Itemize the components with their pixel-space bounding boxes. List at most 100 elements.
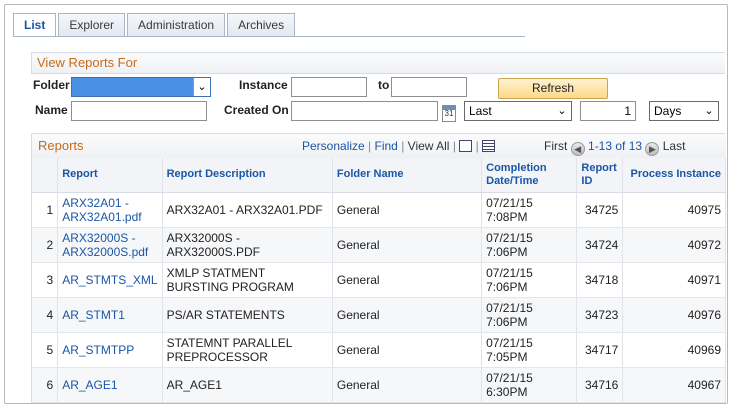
completion-datetime: 07/21/15 6:30PM	[481, 367, 578, 403]
row-number: 3	[32, 262, 59, 298]
completion-datetime: 07/21/15 7:06PM	[481, 262, 578, 298]
report-link[interactable]: AR_AGE1	[62, 378, 117, 392]
report-description: ARX32A01 - ARX32A01.PDF	[162, 192, 333, 228]
separator: |	[475, 139, 479, 153]
next-page-icon[interactable]: ▶	[645, 142, 660, 156]
chevron-down-icon: ⌄	[704, 105, 714, 117]
row-number: 4	[32, 297, 59, 333]
report-manager-panel: List Explorer Administration Archives Vi…	[4, 4, 728, 404]
folder-name: General	[332, 367, 483, 403]
period-unit-dropdown[interactable]: Days ⌄	[649, 101, 719, 121]
folder-dropdown[interactable]: ⌄	[71, 77, 211, 97]
calendar-icon[interactable]: 31	[442, 105, 456, 122]
period-count-input[interactable]	[580, 101, 636, 121]
tab-explorer[interactable]: Explorer	[58, 13, 126, 36]
find-link[interactable]: Find	[375, 139, 398, 153]
period-value: Last	[469, 104, 492, 118]
table-row: 4 AR_STMT1 PS/AR STATEMENTS General 07/2…	[32, 297, 726, 333]
table-row: 3 AR_STMTS_XML XMLP STATMENT BURSTING PR…	[32, 262, 726, 298]
report-description: XMLP STATMENT BURSTING PROGRAM	[162, 262, 333, 298]
last-label: Last	[662, 139, 686, 153]
table-row: 5 AR_STMTPP STATEMNT PARALLEL PREPROCESS…	[32, 332, 726, 368]
report-id: 34723	[576, 297, 624, 333]
refresh-button[interactable]: Refresh	[498, 78, 608, 99]
instance-from-input[interactable]	[291, 77, 367, 97]
report-id: 34717	[576, 332, 624, 368]
report-description: ARX32000S - ARX32000S.PDF	[162, 227, 333, 263]
tab-underline	[13, 36, 525, 37]
period-dropdown[interactable]: Last ⌄	[464, 101, 572, 121]
download-grid-icon[interactable]	[482, 140, 496, 152]
completion-column-header[interactable]: Completion Date/Time	[481, 158, 578, 193]
reports-grid: Reports Personalize | Find | View All | …	[31, 133, 726, 403]
description-column-header[interactable]: Report Description	[162, 158, 333, 193]
row-number: 2	[32, 227, 59, 263]
first-label: First	[544, 139, 568, 153]
report-link[interactable]: ARX32000S - ARX32000S.pdf	[62, 231, 148, 259]
completion-datetime: 07/21/15 7:05PM	[481, 332, 578, 368]
grid-toolbar: Personalize | Find | View All | |	[302, 139, 496, 153]
report-id-column-header[interactable]: Report ID	[576, 158, 624, 193]
table-row: 2 ARX32000S - ARX32000S.pdf ARX32000S - …	[32, 227, 726, 263]
created-on-input[interactable]	[291, 101, 438, 121]
process-instance: 40967	[622, 367, 726, 403]
folder-column-header[interactable]: Folder Name	[332, 158, 483, 193]
row-number: 6	[32, 367, 59, 403]
process-instance-column-header[interactable]: Process Instance	[622, 158, 726, 193]
personalize-link[interactable]: Personalize	[302, 139, 365, 153]
folder-label: Folder	[33, 78, 70, 92]
tab-list[interactable]: List	[13, 13, 57, 37]
report-id: 34716	[576, 367, 624, 403]
chevron-down-icon: ⌄	[193, 78, 210, 96]
report-id: 34725	[576, 192, 624, 228]
table-row: 6 AR_AGE1 AR_AGE1 General 07/21/15 6:30P…	[32, 367, 726, 403]
report-description: STATEMNT PARALLEL PREPROCESSOR	[162, 332, 333, 368]
folder-name: General	[332, 262, 483, 298]
instance-to-input[interactable]	[391, 77, 467, 97]
row-number: 5	[32, 332, 59, 368]
separator: |	[401, 139, 405, 153]
folder-name: General	[332, 227, 483, 263]
chevron-down-icon: ⌄	[557, 105, 567, 117]
folder-name: General	[332, 297, 483, 333]
page-range: 1-13 of 13	[588, 139, 643, 153]
table-row: 1 ARX32A01 - ARX32A01.pdf ARX32A01 - ARX…	[32, 192, 726, 228]
tab-archives[interactable]: Archives	[227, 13, 296, 36]
row-number-header	[32, 158, 59, 193]
tab-bar: List Explorer Administration Archives	[13, 13, 297, 37]
process-instance: 40971	[622, 262, 726, 298]
table-header-row: Report Report Description Folder Name Co…	[32, 158, 726, 193]
folder-name: General	[332, 332, 483, 368]
completion-datetime: 07/21/15 7:06PM	[481, 227, 578, 263]
report-link[interactable]: AR_STMTS_XML	[62, 273, 157, 287]
tab-administration[interactable]: Administration	[127, 13, 226, 36]
report-description: AR_AGE1	[162, 367, 333, 403]
report-link[interactable]: AR_STMTPP	[62, 343, 134, 357]
folder-name: General	[332, 192, 483, 228]
reports-grid-header: Reports Personalize | Find | View All | …	[32, 134, 726, 158]
name-label: Name	[35, 103, 68, 117]
to-label: to	[378, 78, 390, 92]
report-id: 34718	[576, 262, 624, 298]
view-all-link[interactable]: View All	[408, 139, 450, 153]
row-number: 1	[32, 192, 59, 228]
period-unit-value: Days	[654, 104, 682, 118]
created-on-label: Created On	[224, 103, 289, 117]
separator: |	[368, 139, 372, 153]
report-link[interactable]: ARX32A01 - ARX32A01.pdf	[62, 196, 141, 224]
process-instance: 40975	[622, 192, 726, 228]
completion-datetime: 07/21/15 7:08PM	[481, 192, 578, 228]
view-reports-for-header: View Reports For	[31, 52, 725, 74]
reports-grid-title: Reports	[38, 138, 84, 153]
grid-pager: First ◀ 1-13 of 13 ▶ Last	[544, 139, 685, 156]
previous-page-icon[interactable]: ◀	[570, 142, 585, 156]
report-id: 34724	[576, 227, 624, 263]
process-instance: 40969	[622, 332, 726, 368]
new-window-icon[interactable]	[459, 140, 473, 152]
process-instance: 40972	[622, 227, 726, 263]
report-column-header[interactable]: Report	[57, 158, 163, 193]
name-input[interactable]	[71, 101, 207, 121]
process-instance: 40976	[622, 297, 726, 333]
separator: |	[452, 139, 456, 153]
report-link[interactable]: AR_STMT1	[62, 308, 125, 322]
